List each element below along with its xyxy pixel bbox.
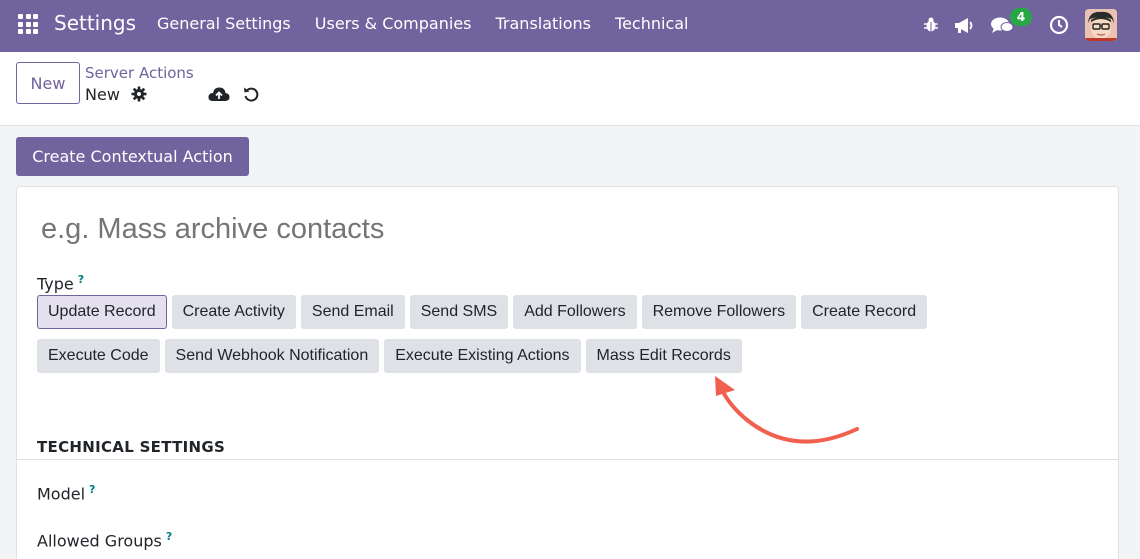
- type-option-create-record[interactable]: Create Record: [801, 295, 928, 329]
- type-field-label: Type?: [37, 273, 84, 293]
- allowed-groups-label-text: Allowed Groups: [37, 531, 162, 551]
- apps-menu-icon[interactable]: [18, 14, 38, 34]
- type-label-text: Type: [37, 274, 74, 294]
- app-brand[interactable]: Settings: [54, 11, 136, 35]
- menu-technical[interactable]: Technical: [615, 14, 688, 33]
- bug-icon[interactable]: [919, 13, 943, 37]
- breadcrumb-server-actions[interactable]: Server Actions: [85, 64, 194, 82]
- menu-users-companies[interactable]: Users & Companies: [315, 14, 472, 33]
- allowed-groups-field-label: Allowed Groups?: [37, 530, 172, 550]
- allowed-groups-help-icon[interactable]: ?: [166, 530, 172, 543]
- menu-general-settings[interactable]: General Settings: [157, 14, 291, 33]
- record-title: New: [85, 85, 120, 104]
- type-option-remove-followers[interactable]: Remove Followers: [641, 295, 797, 329]
- type-option-send-sms[interactable]: Send SMS: [409, 295, 509, 329]
- type-option-create-activity[interactable]: Create Activity: [171, 295, 296, 329]
- technical-settings-title: TECHNICAL SETTINGS: [37, 438, 226, 456]
- type-option-execute-existing-actions[interactable]: Execute Existing Actions: [384, 339, 581, 373]
- model-field-label: Model?: [37, 483, 95, 503]
- model-label-text: Model: [37, 484, 86, 504]
- type-help-icon[interactable]: ?: [78, 273, 84, 286]
- type-options-row-1: Update Record Create Activity Send Email…: [37, 295, 932, 329]
- type-option-send-email[interactable]: Send Email: [300, 295, 405, 329]
- form-sheet: Type? Update Record Create Activity Send…: [16, 186, 1119, 559]
- gear-icon[interactable]: [130, 85, 148, 103]
- create-contextual-action-button[interactable]: Create Contextual Action: [16, 137, 249, 176]
- menu-translations[interactable]: Translations: [496, 14, 592, 33]
- annotation-arrow: [715, 376, 859, 444]
- new-button[interactable]: New: [16, 62, 80, 104]
- control-panel: New Server Actions New: [0, 52, 1140, 126]
- cloud-upload-icon[interactable]: [208, 85, 230, 103]
- type-option-add-followers[interactable]: Add Followers: [513, 295, 637, 329]
- top-menu: General Settings Users & Companies Trans…: [157, 14, 712, 33]
- clock-icon[interactable]: [1047, 13, 1071, 37]
- section-separator: [17, 459, 1118, 460]
- undo-icon[interactable]: [242, 85, 260, 103]
- megaphone-icon[interactable]: [952, 13, 976, 37]
- type-option-execute-code[interactable]: Execute Code: [37, 339, 160, 373]
- action-name-input[interactable]: [41, 213, 941, 246]
- messages-count-badge: 4: [1010, 8, 1032, 26]
- user-avatar[interactable]: [1085, 9, 1117, 41]
- type-option-send-webhook-notification[interactable]: Send Webhook Notification: [164, 339, 380, 373]
- model-help-icon[interactable]: ?: [89, 483, 95, 496]
- type-options-row-2: Execute Code Send Webhook Notification E…: [37, 339, 747, 373]
- type-option-update-record[interactable]: Update Record: [37, 295, 167, 329]
